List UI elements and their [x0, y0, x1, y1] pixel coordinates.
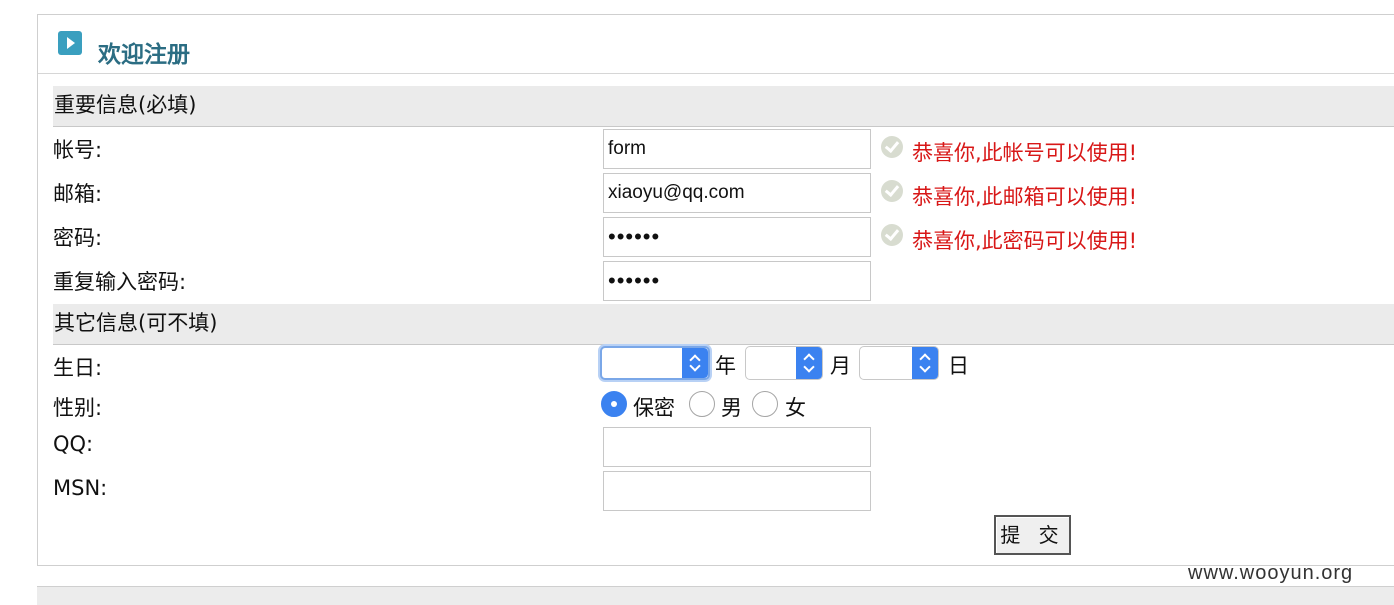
- birth-month-select[interactable]: [745, 346, 823, 380]
- confirm-password-input[interactable]: ••••••: [603, 261, 871, 301]
- password-label: 密码:: [53, 226, 103, 250]
- check-icon: [881, 180, 903, 202]
- month-unit: 月: [830, 354, 851, 378]
- gender-radio-female[interactable]: [752, 391, 778, 417]
- check-icon: [881, 136, 903, 158]
- chevron-updown-icon: [682, 348, 708, 378]
- play-icon: [58, 31, 82, 55]
- account-label: 帐号:: [53, 138, 103, 162]
- panel-header: 欢迎注册: [38, 15, 1394, 74]
- day-unit: 日: [948, 354, 969, 378]
- password-input[interactable]: ••••••: [603, 217, 871, 257]
- email-input[interactable]: xiaoyu@qq.com: [603, 173, 871, 213]
- qq-label: QQ:: [53, 432, 94, 456]
- gender-radio-secret[interactable]: [601, 391, 627, 417]
- email-label: 邮箱:: [53, 182, 103, 206]
- birth-day-select[interactable]: [859, 346, 939, 380]
- account-input[interactable]: form: [603, 129, 871, 169]
- gender-option-secret: 保密: [633, 396, 675, 420]
- section-required: 重要信息(必填): [53, 86, 1394, 127]
- footer-bar: [37, 586, 1394, 605]
- check-icon: [881, 224, 903, 246]
- gender-option-male: 男: [721, 396, 742, 420]
- msn-label: MSN:: [53, 476, 108, 500]
- birthday-label: 生日:: [53, 356, 103, 380]
- qq-input[interactable]: [603, 427, 871, 467]
- section-optional: 其它信息(可不填): [53, 304, 1394, 345]
- email-status: 恭喜你,此邮箱可以使用!: [912, 185, 1138, 209]
- gender-option-female: 女: [785, 396, 806, 420]
- gender-label: 性别:: [53, 396, 103, 420]
- birth-year-select[interactable]: [600, 346, 710, 380]
- account-status: 恭喜你,此帐号可以使用!: [912, 141, 1138, 165]
- year-unit: 年: [715, 354, 736, 378]
- msn-input[interactable]: [603, 471, 871, 511]
- chevron-updown-icon: [912, 347, 938, 379]
- submit-button[interactable]: 提 交: [994, 515, 1071, 555]
- watermark: www.wooyun.org: [1188, 562, 1354, 584]
- password-status: 恭喜你,此密码可以使用!: [912, 229, 1138, 253]
- chevron-updown-icon: [796, 347, 822, 379]
- page-title: 欢迎注册: [98, 42, 190, 68]
- confirm-password-label: 重复输入密码:: [53, 270, 187, 294]
- gender-radio-male[interactable]: [689, 391, 715, 417]
